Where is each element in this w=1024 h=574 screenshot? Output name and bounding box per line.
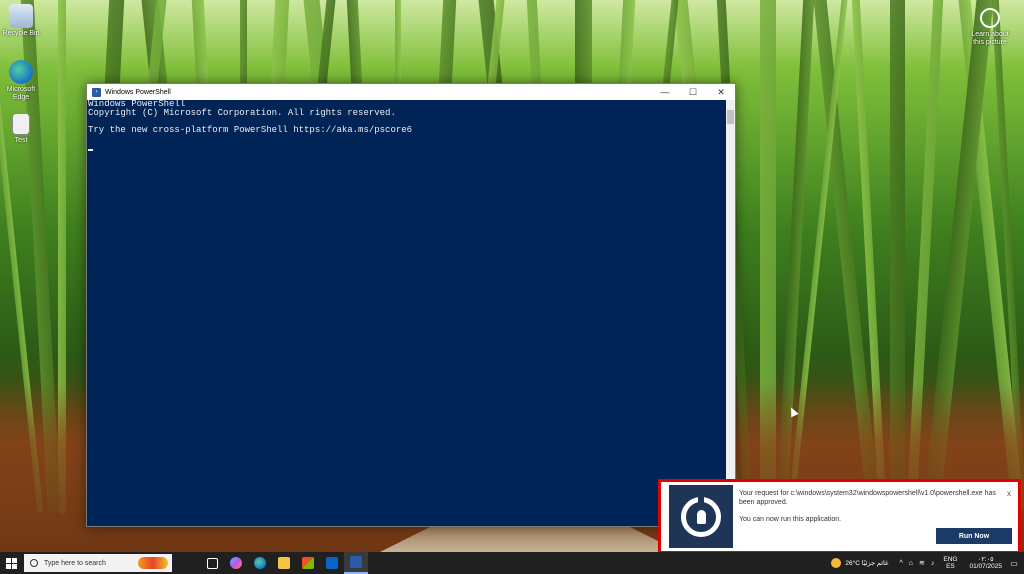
edge-taskbar-button[interactable] bbox=[248, 552, 272, 574]
vertical-scrollbar[interactable] bbox=[726, 100, 735, 526]
logo-ring bbox=[681, 494, 721, 537]
file-explorer-icon bbox=[278, 557, 290, 569]
copilot-button[interactable] bbox=[224, 552, 248, 574]
search-icon bbox=[30, 559, 38, 567]
store-icon bbox=[302, 557, 314, 569]
desktop-icon-label: Test bbox=[14, 137, 28, 144]
language-code: ENG bbox=[943, 556, 958, 563]
close-button[interactable]: ✕ bbox=[707, 84, 735, 100]
learn-about-picture[interactable]: Learn about this picture bbox=[968, 8, 1012, 47]
run-now-button[interactable]: Run Now bbox=[936, 528, 1012, 544]
powershell-titlebar[interactable]: › Windows PowerShell — ☐ ✕ bbox=[87, 84, 735, 100]
search-highlight-icon bbox=[138, 557, 168, 569]
task-view-icon bbox=[206, 557, 218, 569]
network-icon[interactable]: ⌂ bbox=[909, 560, 913, 567]
chevron-up-icon[interactable]: ^ bbox=[899, 560, 902, 567]
learn-about-picture-label: Learn about this picture bbox=[971, 31, 1009, 46]
weather-condition: غائم جزئيًا bbox=[861, 560, 889, 567]
taskbar-search[interactable]: Type here to search bbox=[24, 554, 172, 572]
powershell-icon bbox=[350, 556, 362, 568]
notification-close-button[interactable]: x bbox=[1007, 489, 1011, 498]
desktop-icon-label: Microsoft Edge bbox=[6, 86, 36, 101]
scrollbar-thumb[interactable] bbox=[727, 110, 734, 124]
approval-notification[interactable]: Your request for c:\windows\system32\win… bbox=[669, 485, 1015, 548]
start-button[interactable] bbox=[0, 552, 22, 574]
recycle-bin-icon bbox=[9, 4, 33, 28]
test-file-icon bbox=[12, 113, 30, 135]
notification-content: Your request for c:\windows\system32\win… bbox=[733, 485, 1015, 548]
windows-logo-icon bbox=[5, 557, 17, 569]
keyhole-icon bbox=[696, 509, 706, 524]
window-title: Windows PowerShell bbox=[105, 88, 171, 96]
desktop-icon-test[interactable]: Test bbox=[2, 113, 40, 145]
task-view-button[interactable] bbox=[200, 552, 224, 574]
camera-icon bbox=[980, 8, 1000, 28]
search-placeholder: Type here to search bbox=[44, 559, 106, 567]
console-line: Try the new cross-platform PowerShell ht… bbox=[88, 125, 413, 135]
taskbar: Type here to search 26°C غائم جزئيًا ^ ⌂… bbox=[0, 552, 1024, 574]
edge-icon bbox=[9, 60, 33, 84]
clock[interactable]: ٠٢:٠٥ 01/07/2025 bbox=[969, 556, 1002, 570]
file-explorer-button[interactable] bbox=[272, 552, 296, 574]
desktop-icon-recycle-bin[interactable]: Recycle Bin bbox=[2, 4, 40, 38]
notification-submessage: You can now run this application. bbox=[739, 516, 842, 523]
clock-time: ٠٢:٠٥ bbox=[977, 556, 994, 563]
outlook-icon bbox=[326, 557, 338, 569]
powershell-window[interactable]: › Windows PowerShell — ☐ ✕ Windows Power… bbox=[86, 83, 736, 527]
partly-cloudy-icon bbox=[831, 558, 842, 568]
notification-center-icon[interactable]: ▭ bbox=[1008, 559, 1020, 568]
clock-date: 01/07/2025 bbox=[969, 563, 1002, 570]
notification-highlight: Your request for c:\windows\system32\win… bbox=[658, 479, 1021, 554]
desktop-icon-label: Recycle Bin bbox=[2, 30, 40, 37]
powershell-taskbar-button[interactable] bbox=[344, 552, 368, 574]
outlook-button[interactable] bbox=[320, 552, 344, 574]
console-cursor bbox=[88, 149, 93, 151]
weather-temperature: 26°C bbox=[845, 559, 860, 567]
wifi-icon[interactable]: ≋ bbox=[919, 559, 925, 567]
powershell-console[interactable]: Windows PowerShell Copyright (C) Microso… bbox=[87, 100, 735, 526]
maximize-button[interactable]: ☐ bbox=[679, 84, 707, 100]
keyboard-layout: ES bbox=[946, 563, 955, 570]
minimize-button[interactable]: — bbox=[651, 84, 679, 100]
edge-icon bbox=[254, 557, 266, 569]
volume-icon[interactable]: ♪ bbox=[931, 560, 935, 567]
language-indicator[interactable]: ENG ES bbox=[943, 556, 957, 570]
privilege-manager-logo-icon bbox=[669, 485, 733, 548]
desktop-icon-edge[interactable]: Microsoft Edge bbox=[2, 60, 40, 102]
store-button[interactable] bbox=[296, 552, 320, 574]
weather-widget[interactable]: 26°C غائم جزئيًا bbox=[831, 558, 888, 568]
notification-message: Your request for c:\windows\system32\win… bbox=[739, 490, 996, 506]
system-tray: 26°C غائم جزئيًا ^ ⌂ ≋ ♪ ENG ES ٠٢:٠٥ 01… bbox=[831, 556, 1024, 570]
copilot-icon bbox=[230, 557, 242, 569]
console-line: Copyright (C) Microsoft Corporation. All… bbox=[88, 108, 396, 118]
powershell-icon: › bbox=[92, 87, 101, 97]
